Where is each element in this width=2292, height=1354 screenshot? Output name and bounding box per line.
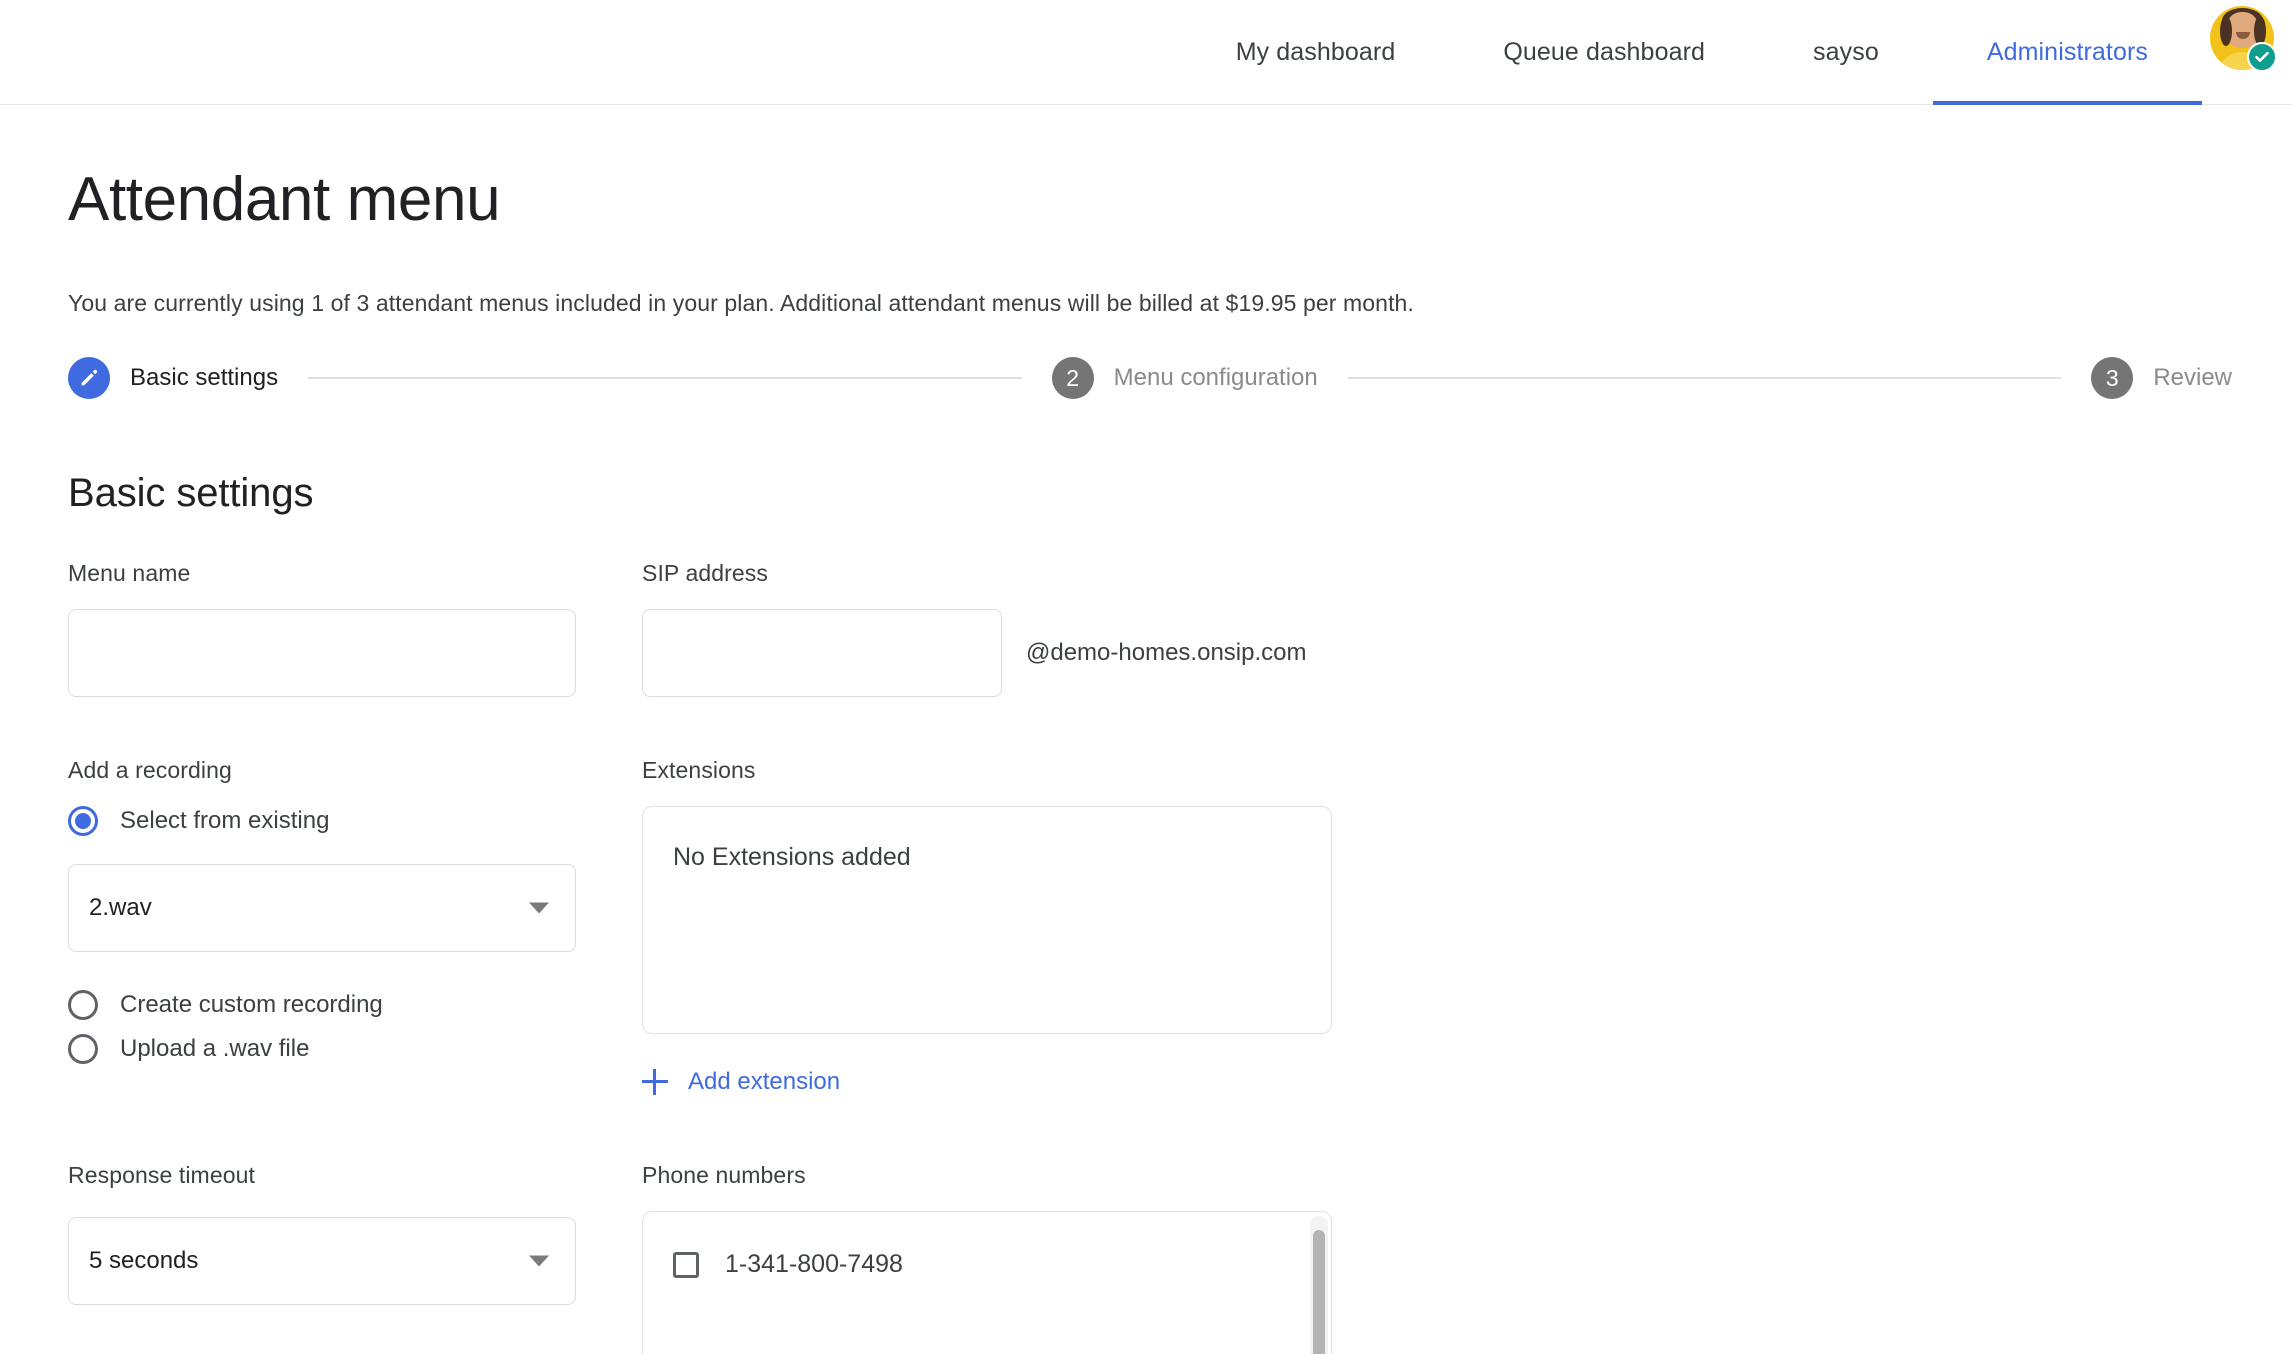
page-title: Attendant menu: [68, 165, 501, 234]
phone-number-row[interactable]: 1-341-800-7498: [643, 1250, 1331, 1279]
nav-tab-queue-dashboard[interactable]: Queue dashboard: [1449, 0, 1759, 105]
form-row-identity: Menu name SIP address @demo-homes.onsip.…: [68, 560, 2292, 698]
step-label: Menu configuration: [1113, 364, 1318, 392]
radio-create-custom-recording[interactable]: Create custom recording: [68, 990, 576, 1021]
step-connector: [1347, 377, 2062, 380]
menu-name-input[interactable]: [68, 609, 576, 698]
phone-number-checkbox[interactable]: [673, 1251, 699, 1278]
menu-name-label: Menu name: [68, 560, 191, 587]
step-review[interactable]: 3 Review: [2091, 357, 2233, 400]
phone-numbers-group: Phone numbers 1-341-800-7498: [642, 1162, 1332, 1354]
plan-usage-note: You are currently using 1 of 3 attendant…: [68, 290, 1414, 317]
recording-file-value: 2.wav: [89, 894, 152, 922]
menu-name-group: Menu name: [68, 560, 576, 698]
step-connector: [308, 377, 1022, 380]
response-timeout-label: Response timeout: [68, 1162, 255, 1189]
step-menu-configuration[interactable]: 2 Menu configuration: [1051, 357, 1318, 400]
step-label: Basic settings: [130, 364, 279, 392]
sip-address-group: SIP address @demo-homes.onsip.com: [642, 560, 1332, 698]
avatar-button[interactable]: [2210, 6, 2277, 72]
step-number-badge: 3: [2091, 357, 2134, 400]
form-row-recording-extensions: Add a recording Select from existing 2.w…: [68, 757, 2292, 1096]
phone-numbers-label: Phone numbers: [642, 1162, 806, 1189]
radio-label: Select from existing: [120, 807, 330, 835]
radio-icon: [68, 1034, 98, 1065]
extensions-empty-message: No Extensions added: [673, 843, 911, 872]
phone-list-scrollbar-thumb[interactable]: [1313, 1230, 1325, 1354]
nav-tab-label: Administrators: [1986, 38, 2148, 66]
pencil-icon: [68, 357, 110, 400]
page-content: Attendant menu You are currently using 1…: [0, 167, 2292, 1354]
sip-domain-suffix: @demo-homes.onsip.com: [1026, 639, 1307, 667]
radio-upload-wav-file[interactable]: Upload a .wav file: [68, 1034, 576, 1065]
nav-tab-list: My dashboard Queue dashboard sayso Admin…: [1182, 0, 2203, 105]
sip-address-input[interactable]: [642, 609, 1002, 698]
radio-select-from-existing[interactable]: Select from existing: [68, 806, 576, 837]
recording-file-select[interactable]: 2.wav: [68, 864, 576, 953]
response-timeout-group: Response timeout 5 seconds: [68, 1162, 576, 1354]
chevron-down-icon: [529, 902, 549, 914]
extensions-list-box: No Extensions added: [642, 806, 1332, 1035]
extensions-label: Extensions: [642, 757, 756, 784]
top-navigation-bar: My dashboard Queue dashboard sayso Admin…: [0, 0, 2292, 105]
nav-tab-label: My dashboard: [1235, 38, 1396, 66]
phone-number-label: 1-341-800-7498: [725, 1250, 903, 1279]
form-row-timeout-phones: Response timeout 5 seconds Phone numbers…: [68, 1162, 2292, 1354]
add-recording-group: Add a recording Select from existing 2.w…: [68, 757, 576, 1096]
chevron-down-icon: [529, 1255, 549, 1267]
extensions-group: Extensions No Extensions added Add exten…: [642, 757, 1332, 1096]
response-timeout-select[interactable]: 5 seconds: [68, 1217, 576, 1306]
nav-tab-administrators[interactable]: Administrators: [1932, 0, 2203, 105]
add-extension-label: Add extension: [688, 1068, 841, 1096]
nav-tab-label: sayso: [1813, 38, 1879, 66]
radio-label: Create custom recording: [120, 991, 383, 1019]
add-recording-label: Add a recording: [68, 757, 232, 784]
step-basic-settings[interactable]: Basic settings: [68, 357, 279, 400]
step-number-badge: 2: [1051, 357, 1094, 400]
plus-icon: [642, 1069, 668, 1096]
radio-icon: [68, 990, 98, 1021]
nav-tab-my-dashboard[interactable]: My dashboard: [1182, 0, 1450, 105]
verified-check-icon: [2247, 42, 2277, 72]
sip-address-label: SIP address: [642, 560, 768, 587]
nav-tab-label: Queue dashboard: [1503, 38, 1706, 66]
phone-list-scrollbar[interactable]: [1310, 1216, 1328, 1354]
add-extension-button[interactable]: Add extension: [642, 1068, 840, 1096]
wizard-stepper: Basic settings 2 Menu configuration 3 Re…: [68, 357, 2292, 400]
step-label: Review: [2153, 364, 2233, 392]
nav-tab-sayso[interactable]: sayso: [1759, 0, 1933, 105]
phone-numbers-list-box: 1-341-800-7498: [642, 1211, 1332, 1354]
section-title-basic-settings: Basic settings: [68, 471, 314, 516]
avatar-hair-left: [2220, 16, 2232, 46]
response-timeout-value: 5 seconds: [89, 1247, 199, 1275]
radio-icon-selected: [68, 806, 98, 837]
radio-label: Upload a .wav file: [120, 1035, 310, 1063]
sip-address-row: @demo-homes.onsip.com: [642, 609, 1332, 698]
